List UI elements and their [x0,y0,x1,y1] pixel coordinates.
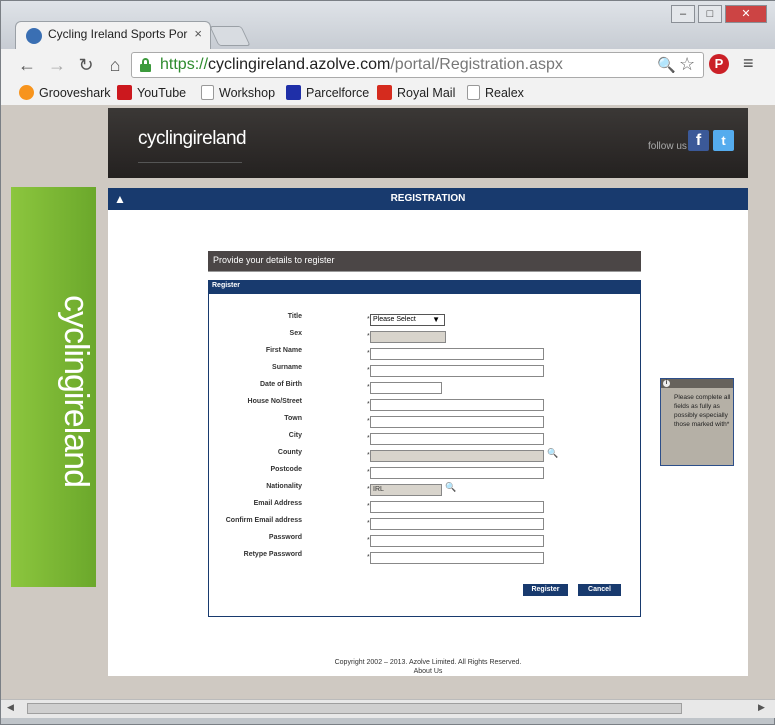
scroll-left-icon[interactable]: ◀ [7,702,14,713]
address-bar[interactable]: https://cyclingireland.azolve.com/portal… [131,52,704,78]
city-field[interactable] [370,433,544,445]
dropdown-arrow-icon: ▼ [432,315,440,324]
house-street-label: House No/Street [247,398,302,405]
house-street-field[interactable] [370,399,544,411]
favicon-icon [26,28,42,44]
town-field[interactable] [370,416,544,428]
twitter-icon[interactable]: t [713,130,734,151]
register-panel-header: Register [209,281,640,294]
main-content: ▲ REGISTRATION Provide your details to r… [108,188,748,676]
url-text: https://cyclingireland.azolve.com/portal… [160,56,563,73]
postcode-field[interactable] [370,467,544,479]
web-page: cyclingireland follow us f t cyclingirel… [1,105,775,699]
date-of-birth-field[interactable] [370,382,442,394]
maximize-button[interactable]: □ [698,5,722,23]
surname-field[interactable] [370,365,544,377]
hint-header: i [661,379,733,388]
lock-icon [140,58,151,72]
title-select[interactable]: Please Select ▼ [370,314,445,326]
date-of-birth-label: Date of Birth [260,381,302,388]
page-icon [467,85,480,100]
bookmarks-bar: Grooveshark YouTube Workshop Parcelforce… [1,81,775,106]
register-button[interactable]: Register [523,584,568,596]
sex-field[interactable] [370,331,446,343]
nationality-label: Nationality [266,483,302,490]
new-tab-button[interactable] [209,26,251,46]
registration-title: REGISTRATION [390,193,466,204]
minimize-button[interactable]: – [671,5,695,23]
about-us-link[interactable]: About Us [108,667,748,676]
follow-us-text: follow us [648,141,687,152]
bookmark-realex[interactable]: Realex [467,84,524,102]
reload-icon[interactable]: ↻ [76,55,96,75]
page-icon [201,85,214,100]
parcelforce-icon [286,85,301,100]
close-window-button[interactable]: ✕ [725,5,767,23]
horizontal-scrollbar[interactable]: ◀ ▶ [1,699,775,718]
logo-divider [138,162,242,163]
hint-box: i Please complete all fields as fully as… [660,378,734,466]
search-icon[interactable]: 🔍 [657,56,676,74]
hint-text: Please complete all fields as fully as p… [674,394,731,428]
home-icon[interactable]: ⌂ [105,55,125,75]
site-logo[interactable]: cyclingireland [138,128,247,150]
postcode-label: Postcode [270,466,302,473]
county-lookup-icon[interactable]: 🔍 [547,448,558,459]
tab-title: Cycling Ireland Sports Por [48,27,188,41]
first-name-label: First Name [265,347,302,354]
confirm-email-field[interactable] [370,518,544,530]
browser-toolbar: ← → ↻ ⌂ https://cyclingireland.azolve.co… [1,49,775,82]
forward-icon[interactable]: → [47,55,67,75]
sex-label: Sex [289,330,302,337]
scrollbar-thumb[interactable] [27,703,682,714]
surname-label: Surname [272,364,302,371]
tab-close-icon[interactable]: × [194,26,202,41]
town-label: Town [284,415,302,422]
side-banner: cyclingireland [11,187,96,587]
email-field[interactable] [370,501,544,513]
first-name-field[interactable] [370,348,544,360]
nationality-field[interactable]: IRL [370,484,442,496]
title-label: Title [287,313,302,320]
confirm-email-label: Confirm Email address [225,517,302,524]
cancel-button[interactable]: Cancel [578,584,621,596]
royal-mail-icon [377,85,392,100]
bookmark-parcelforce[interactable]: Parcelforce [286,84,369,102]
retype-password-label: Retype Password [243,551,302,558]
provide-details-heading: Provide your details to register [208,251,641,272]
registration-header: ▲ REGISTRATION [108,188,748,210]
grooveshark-icon [19,85,34,100]
facebook-icon[interactable]: f [688,130,709,151]
youtube-icon [117,85,132,100]
county-field[interactable] [370,450,544,462]
browser-window: Cycling Ireland Sports Por × – □ ✕ ← → ↻… [0,0,775,725]
nationality-lookup-icon[interactable]: 🔍 [445,482,456,493]
copyright-text: Copyright 2002 – 2013. Azolve Limited. A… [334,659,522,666]
back-icon[interactable]: ← [17,55,37,75]
email-label: Email Address [253,500,302,507]
bookmark-workshop[interactable]: Workshop [201,84,275,102]
scroll-right-icon[interactable]: ▶ [758,702,765,713]
register-panel: Register Title * Please Select ▼ Sex * Fi… [208,280,641,617]
city-label: City [288,432,302,439]
bookmark-star-icon[interactable]: ☆ [679,54,695,75]
info-icon: i [663,380,670,387]
password-label: Password [268,534,302,541]
title-bar: Cycling Ireland Sports Por × – □ ✕ [1,1,775,49]
pinterest-icon[interactable]: P [709,54,729,74]
password-field[interactable] [370,535,544,547]
bookmark-grooveshark[interactable]: Grooveshark [19,84,111,102]
county-label: County [277,449,302,456]
site-header: cyclingireland follow us f t [108,108,748,178]
page-footer: Copyright 2002 – 2013. Azolve Limited. A… [108,658,748,676]
menu-icon[interactable]: ≡ [743,53,754,74]
browser-tab[interactable]: Cycling Ireland Sports Por × [15,21,211,49]
bookmark-royal-mail[interactable]: Royal Mail [377,84,455,102]
bookmark-youtube[interactable]: YouTube [117,84,186,102]
retype-password-field[interactable] [370,552,544,564]
side-logo: cyclingireland [57,295,95,487]
